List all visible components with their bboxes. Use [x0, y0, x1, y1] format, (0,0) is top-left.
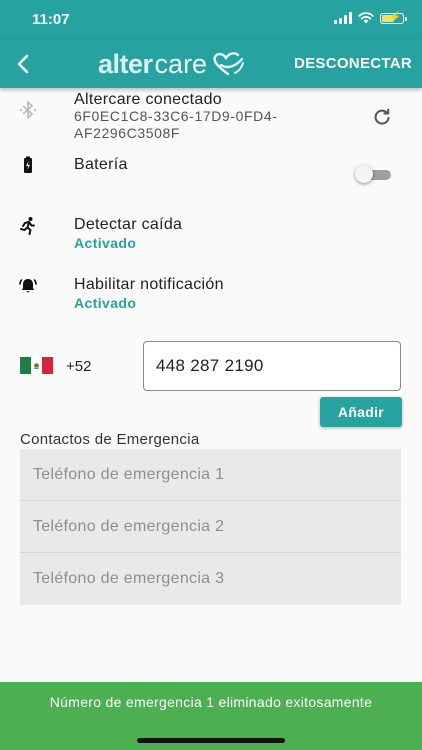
- notification-row: Habilitar notificación Activado: [0, 272, 422, 316]
- battery-status-icon: ⚡: [380, 12, 407, 24]
- app-bar: alter care DESCONECTAR: [0, 40, 422, 88]
- device-row: Altercare conectado 6F0EC1C8-33C6-17D9-0…: [0, 88, 422, 144]
- battery-title: Batería: [74, 156, 128, 173]
- device-id-line-2: AF2296C3508F: [74, 125, 181, 141]
- emergency-field-2: [20, 501, 401, 553]
- battery-charging-icon: [24, 156, 32, 173]
- bluetooth-icon: [19, 101, 37, 119]
- phone-number-input[interactable]: [143, 341, 401, 391]
- add-button[interactable]: Añadir: [320, 397, 402, 427]
- status-bar: 11:07 ⚡: [0, 0, 422, 40]
- logo-heart-icon: [213, 52, 245, 76]
- logo-text-alter: alter: [98, 48, 153, 79]
- device-id-line-1: 6F0EC1C8-33C6-17D9-0FD4-: [74, 108, 278, 124]
- status-time: 11:07: [32, 11, 70, 28]
- country-code[interactable]: +52: [66, 358, 91, 375]
- chevron-left-icon[interactable]: [12, 52, 36, 76]
- device-title: Altercare conectado: [74, 91, 223, 108]
- emergency-field-3: [20, 553, 401, 605]
- fall-detection-title: Detectar caída: [74, 216, 183, 233]
- signal-icon: [334, 12, 352, 24]
- disconnect-button[interactable]: DESCONECTAR: [294, 55, 412, 72]
- emergency-phone-input-3[interactable]: [20, 553, 401, 605]
- status-icons: ⚡: [334, 12, 407, 24]
- notification-title: Habilitar notificación: [74, 276, 224, 293]
- wifi-icon: [358, 12, 374, 24]
- emergency-phone-input-2[interactable]: [20, 501, 401, 552]
- fall-detection-row: Detectar caída Activado: [0, 212, 422, 256]
- mexico-flag-icon[interactable]: [20, 357, 53, 374]
- notification-status: Activado: [74, 295, 137, 311]
- refresh-icon[interactable]: [372, 107, 392, 127]
- bell-ring-icon: [19, 279, 37, 293]
- snackbar-message: Número de emergencia 1 eliminado exitosa…: [49, 694, 373, 710]
- home-indicator[interactable]: [137, 738, 285, 743]
- logo-text-care: care: [154, 48, 208, 79]
- fall-detection-status: Activado: [74, 235, 137, 251]
- emergency-contacts-label: Contactos de Emergencia: [20, 431, 200, 448]
- battery-toggle[interactable]: [355, 165, 393, 183]
- running-person-icon: [20, 217, 35, 235]
- emergency-phone-input-1[interactable]: [20, 449, 401, 500]
- altercare-logo: alter care: [98, 46, 245, 82]
- emergency-field-1: [20, 449, 401, 501]
